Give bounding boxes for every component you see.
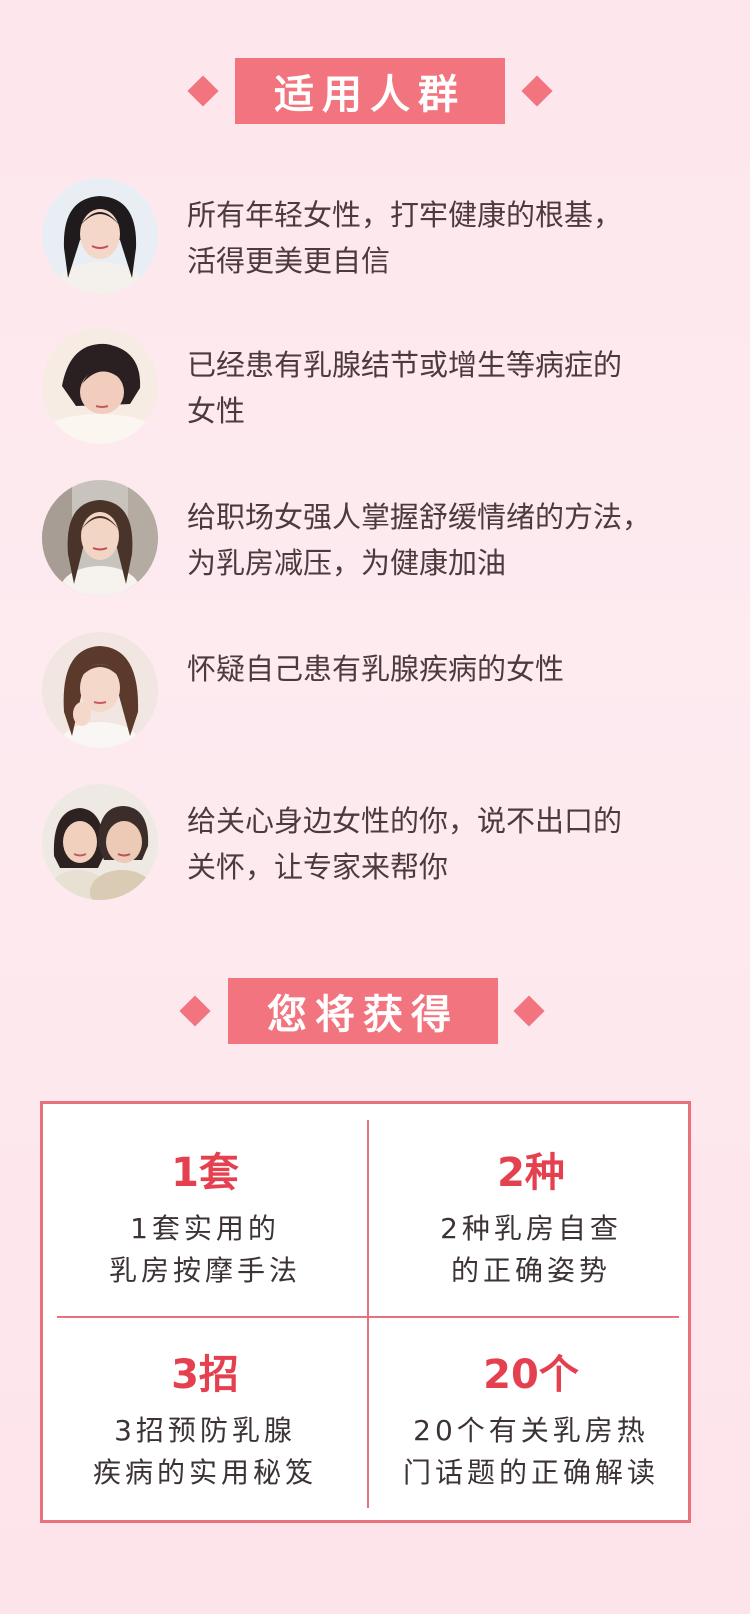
audience-title: 适用人群	[235, 58, 505, 124]
avatar	[42, 632, 158, 748]
audience-section-header: 适用人群	[0, 58, 750, 124]
audience-item: 已经患有乳腺结节或增生等病症的 女性	[42, 328, 732, 448]
audience-text-line1: 给关心身边女性的你，说不出口的	[187, 804, 623, 838]
benefits-section-header: 您将获得	[0, 978, 750, 1044]
benefits-grid: 1套 1套实用的 乳房按摩手法 2种 2种乳房自查 的正确姿势 3招 3招预防乳…	[40, 1101, 691, 1523]
audience-text: 所有年轻女性，打牢健康的根基， 活得更美更自信	[187, 192, 727, 284]
benefit-desc-line2: 乳房按摩手法	[108, 1254, 301, 1287]
audience-text: 给职场女强人掌握舒缓情绪的方法， 为乳房减压，为健康加油	[187, 494, 727, 586]
avatar	[42, 784, 158, 900]
audience-item: 怀疑自己患有乳腺疾病的女性	[42, 632, 732, 752]
diamond-icon-left	[179, 995, 211, 1027]
audience-item: 给职场女强人掌握舒缓情绪的方法， 为乳房减压，为健康加油	[42, 480, 732, 600]
audience-item: 所有年轻女性，打牢健康的根基， 活得更美更自信	[42, 178, 732, 298]
avatar	[42, 480, 158, 596]
benefit-highlight: 1套	[171, 1150, 239, 1196]
grid-divider-horizontal	[57, 1316, 679, 1318]
benefit-cell: 1套 1套实用的 乳房按摩手法	[43, 1144, 367, 1292]
benefit-cell: 3招 3招预防乳腺 疾病的实用秘笈	[43, 1346, 367, 1494]
diamond-icon-right	[513, 995, 545, 1027]
benefit-cell: 2种 2种乳房自查 的正确姿势	[369, 1144, 693, 1292]
diamond-icon-right	[521, 75, 553, 107]
benefit-desc-line1: 20个有关乳房热	[413, 1414, 649, 1447]
benefit-desc-line2: 疾病的实用秘笈	[92, 1456, 317, 1489]
audience-text-line2: 关怀，让专家来帮你	[187, 850, 449, 884]
benefit-highlight: 20个	[483, 1352, 579, 1398]
audience-item: 给关心身边女性的你，说不出口的 关怀，让专家来帮你	[42, 784, 732, 904]
benefit-desc-line2: 的正确姿势	[450, 1254, 611, 1287]
benefit-highlight: 2种	[497, 1150, 565, 1196]
audience-text-line1: 所有年轻女性，打牢健康的根基，	[187, 198, 623, 232]
diamond-icon-left	[187, 75, 219, 107]
audience-text-line2: 为乳房减压，为健康加油	[187, 546, 507, 580]
benefit-highlight: 3招	[171, 1352, 239, 1398]
benefit-desc-line2: 门话题的正确解读	[402, 1456, 659, 1489]
benefit-desc-line1: 2种乳房自查	[440, 1212, 622, 1245]
benefits-title: 您将获得	[228, 978, 498, 1044]
audience-text: 已经患有乳腺结节或增生等病症的 女性	[187, 342, 727, 434]
benefit-desc-line1: 1套实用的	[130, 1212, 280, 1245]
audience-text-line2: 活得更美更自信	[187, 244, 391, 278]
audience-text-line1: 已经患有乳腺结节或增生等病症的	[187, 348, 623, 382]
audience-text: 给关心身边女性的你，说不出口的 关怀，让专家来帮你	[187, 798, 727, 890]
audience-text-line1: 给职场女强人掌握舒缓情绪的方法，	[187, 500, 652, 534]
avatar	[42, 328, 158, 444]
benefit-cell: 20个 20个有关乳房热 门话题的正确解读	[369, 1346, 693, 1494]
audience-text: 怀疑自己患有乳腺疾病的女性	[187, 646, 727, 692]
audience-text-line1: 怀疑自己患有乳腺疾病的女性	[187, 652, 565, 686]
benefit-desc-line1: 3招预防乳腺	[114, 1414, 296, 1447]
avatar	[42, 178, 158, 294]
audience-text-line2: 女性	[187, 394, 246, 428]
